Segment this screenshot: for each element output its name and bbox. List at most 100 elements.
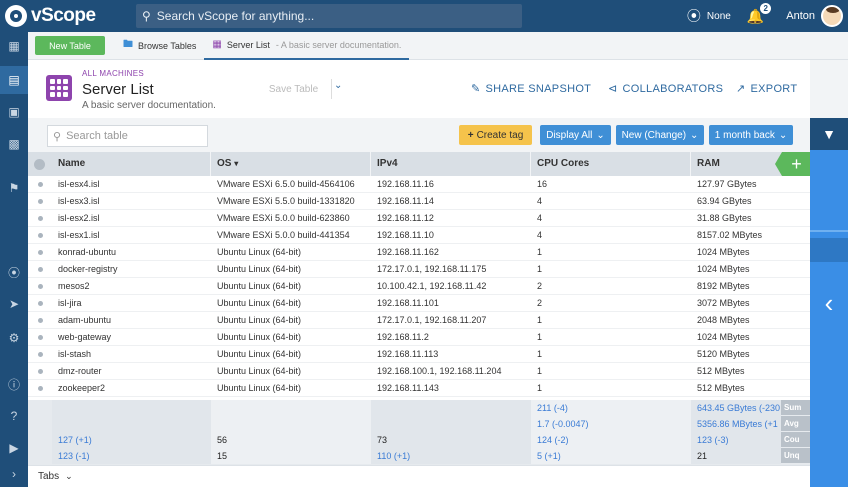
- create-tag-button[interactable]: + Create tag: [459, 125, 532, 145]
- tab-server-list[interactable]: ▦ Server List - A basic server documenta…: [204, 32, 410, 60]
- export-icon: ↗: [736, 83, 746, 95]
- table-cell: 192.168.11.162: [377, 247, 439, 257]
- share-icon: ⊲: [608, 83, 618, 95]
- row-select-toggle[interactable]: [38, 386, 43, 391]
- info-icon[interactable]: ⓘ: [0, 370, 28, 398]
- summary-cell: 1.7 (-0.0047): [531, 416, 691, 432]
- row-select-toggle[interactable]: [38, 335, 43, 340]
- tab-browse-tables[interactable]: 🖿 Browse Tables: [115, 32, 204, 60]
- chevron-down-icon[interactable]: ⌄: [65, 471, 73, 482]
- table-cell: 192.168.11.101: [377, 298, 439, 308]
- table-row[interactable]: web-gateway Ubuntu Linux (64-bit) 192.168.…: [28, 329, 810, 346]
- row-select-toggle[interactable]: [38, 301, 43, 306]
- global-search-placeholder: Search vScope for anything...: [156, 9, 315, 23]
- summary-cell: 124 (-2): [531, 432, 691, 448]
- rocket-icon[interactable]: ➤: [0, 290, 28, 318]
- new-change-dropdown[interactable]: New (Change) ⌄: [616, 125, 704, 145]
- table-cell: 4: [537, 230, 543, 240]
- dashboard-icon[interactable]: ▦: [0, 32, 28, 60]
- summary-cell: [211, 400, 371, 416]
- display-all-label: Display All: [546, 129, 593, 141]
- window-icon[interactable]: ▣: [0, 98, 28, 126]
- summary-tag[interactable]: Avg: [781, 416, 810, 431]
- column-header-ipv4[interactable]: IPv4: [371, 152, 531, 176]
- app-logo[interactable]: vScope: [0, 5, 132, 27]
- chevron-down-icon: ⌄: [778, 129, 788, 141]
- table-cell: 512 MBytes: [697, 366, 745, 376]
- row-select-toggle[interactable]: [38, 250, 43, 255]
- table-cell: isl-esx4.isl: [58, 179, 100, 189]
- table-row[interactable]: isl-jira Ubuntu Linux (64-bit) 192.168.11.…: [28, 295, 810, 312]
- summary-tag[interactable]: Sum: [781, 400, 810, 415]
- tables-icon[interactable]: ▤: [0, 66, 28, 94]
- new-table-button[interactable]: New Table: [35, 36, 105, 55]
- tabs-row: New Table 🖿 Browse Tables ▦ Server List …: [28, 32, 848, 60]
- table-row[interactable]: isl-esx1.isl VMware ESXi 5.0.0 build-4413…: [28, 227, 810, 244]
- row-select-toggle[interactable]: [38, 216, 43, 221]
- table-row[interactable]: isl-esx3.isl VMware ESXi 5.5.0 build-1331…: [28, 193, 810, 210]
- table-cell: 1: [537, 247, 543, 257]
- table-cell: 63.94 GBytes: [697, 196, 752, 206]
- new-change-label: New (Change): [621, 129, 687, 141]
- table-row[interactable]: adam-ubuntu Ubuntu Linux (64-bit) 172.17.0…: [28, 312, 810, 329]
- help-icon[interactable]: ?: [0, 402, 28, 430]
- global-search-input[interactable]: ⚲ Search vScope for anything...: [136, 4, 522, 28]
- save-table-button[interactable]: Save Table: [256, 79, 332, 99]
- avatar[interactable]: [821, 5, 843, 27]
- table-row[interactable]: konrad-ubuntu Ubuntu Linux (64-bit) 192.16…: [28, 244, 810, 261]
- column-header-name[interactable]: Name: [52, 152, 211, 176]
- search-icon: ⚲: [142, 9, 151, 23]
- row-select-toggle[interactable]: [38, 267, 43, 272]
- user-name[interactable]: Anton: [786, 10, 815, 22]
- table-cell: Ubuntu Linux (64-bit): [217, 298, 302, 308]
- row-select-toggle[interactable]: [38, 233, 43, 238]
- rail-scroll-band[interactable]: [810, 238, 848, 262]
- table-cell: 4: [537, 196, 543, 206]
- time-range-dropdown[interactable]: 1 month back ⌄: [709, 125, 793, 145]
- table-search-input[interactable]: ⚲ Search table: [47, 125, 208, 147]
- row-select-toggle[interactable]: [38, 352, 43, 357]
- breadcrumb[interactable]: ALL MACHINES: [82, 69, 144, 78]
- table-cell: 172.17.0.1, 192.168.11.175: [377, 264, 487, 274]
- column-header-os[interactable]: OS ▾: [211, 152, 371, 176]
- column-header-cpu-cores[interactable]: CPU Cores: [531, 152, 691, 176]
- table-cell: mesos2: [58, 281, 90, 291]
- collaborators-button[interactable]: ⊲ COLLABORATORS: [608, 82, 723, 96]
- summary-tag[interactable]: Cou: [781, 432, 810, 447]
- add-column-button[interactable]: +: [775, 152, 810, 176]
- video-icon[interactable]: ▶: [0, 434, 28, 462]
- expand-panel-chevron-left-icon[interactable]: ‹: [810, 288, 848, 318]
- notifications-button[interactable]: 🔔 2: [747, 2, 772, 25]
- table-cell: konrad-ubuntu: [58, 247, 117, 257]
- table-row[interactable]: isl-esx2.isl VMware ESXi 5.0.0 build-6238…: [28, 210, 810, 227]
- table-row[interactable]: zookeeper2 Ubuntu Linux (64-bit) 192.168.1…: [28, 380, 810, 397]
- tabs-menu-label[interactable]: Tabs: [38, 471, 59, 482]
- share-snapshot-button[interactable]: ✎ SHARE SNAPSHOT: [471, 82, 591, 96]
- chevron-down-icon: ⌄: [596, 129, 605, 141]
- status-indicator[interactable]: ⦿ None: [687, 6, 731, 26]
- row-select-toggle[interactable]: [38, 284, 43, 289]
- row-select-toggle[interactable]: [38, 182, 43, 187]
- flag-icon[interactable]: ⚑: [0, 174, 28, 202]
- row-select-toggle[interactable]: [38, 318, 43, 323]
- select-all-toggle[interactable]: [34, 159, 45, 170]
- table-row[interactable]: docker-registry Ubuntu Linux (64-bit) 172.…: [28, 261, 810, 278]
- report-icon[interactable]: ▩: [0, 130, 28, 158]
- radar-icon[interactable]: ⦿: [0, 258, 28, 286]
- table-row[interactable]: isl-esx4.isl VMware ESXi 6.5.0 build-4564…: [28, 176, 810, 193]
- filter-icon[interactable]: ▼: [810, 118, 848, 150]
- table-row[interactable]: dmz-router Ubuntu Linux (64-bit) 192.168.1…: [28, 363, 810, 380]
- table-row[interactable]: isl-stash Ubuntu Linux (64-bit) 192.168.11…: [28, 346, 810, 363]
- export-button[interactable]: ↗ EXPORT: [736, 82, 797, 96]
- table-row[interactable]: mesos2 Ubuntu Linux (64-bit) 10.100.42.1, …: [28, 278, 810, 295]
- row-select-toggle[interactable]: [38, 199, 43, 204]
- row-select-toggle[interactable]: [38, 369, 43, 374]
- display-all-dropdown[interactable]: Display All ⌄: [540, 125, 611, 145]
- summary-tag[interactable]: Unq: [781, 448, 810, 463]
- expand-sidebar-icon[interactable]: ›: [0, 460, 28, 487]
- settings-icon[interactable]: ⚙: [0, 324, 28, 352]
- table-cell: isl-esx2.isl: [58, 213, 100, 223]
- save-options-chevron-down-icon[interactable]: ⌄: [334, 80, 342, 91]
- table-cell: 1: [537, 315, 543, 325]
- summary-row: 1.7 (-0.0047) 5356.86 MBytes (+1 Avg: [28, 416, 810, 432]
